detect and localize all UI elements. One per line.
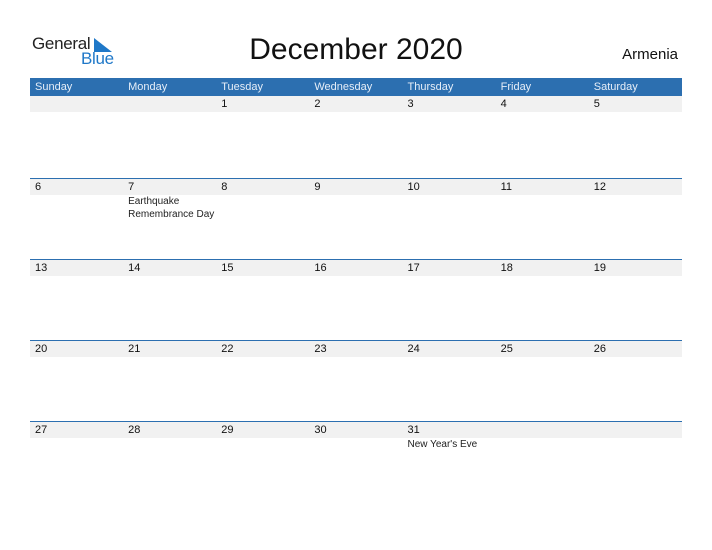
week-cells: 20 21 22 23 24 25 26 <box>30 341 682 357</box>
day-number: 16 <box>314 262 327 274</box>
country-label: Armenia <box>622 46 678 63</box>
day-number: 15 <box>221 262 234 274</box>
day-number: 19 <box>593 262 606 274</box>
day-cell: 23 <box>309 341 402 357</box>
week-cells: 27 28 29 30 31 New Year's Eve <box>30 422 682 451</box>
weekday-sunday: Sunday <box>35 81 73 93</box>
day-cell: 24 <box>403 341 496 357</box>
day-cell <box>496 422 589 451</box>
day-cell: 5 <box>589 96 682 112</box>
page-title: December 2020 <box>249 33 463 66</box>
day-cell: 27 <box>30 422 123 451</box>
day-number: 21 <box>128 343 141 355</box>
day-cell: 18 <box>496 260 589 276</box>
weekday-wednesday: Wednesday <box>314 81 373 93</box>
day-cell: 14 <box>123 260 216 276</box>
day-number: 31 <box>407 424 420 436</box>
day-cell: 13 <box>30 260 123 276</box>
week-cells: 6 7 Earthquake Remembrance Day 8 9 10 11 12 <box>30 179 682 221</box>
weekday-monday: Monday <box>128 81 168 93</box>
day-number: 8 <box>221 181 228 193</box>
day-cell: 11 <box>496 179 589 221</box>
day-cell: 26 <box>589 341 682 357</box>
day-cell: 16 <box>309 260 402 276</box>
weekday-friday: Friday <box>500 81 532 93</box>
day-number <box>35 96 123 112</box>
day-number: 23 <box>314 343 327 355</box>
day-cell: 7 Earthquake Remembrance Day <box>123 179 216 221</box>
day-number: 28 <box>128 424 141 436</box>
day-number <box>128 96 216 112</box>
week-row: 27 28 29 30 31 New Year's Eve <box>30 421 682 502</box>
day-cell: 28 <box>123 422 216 451</box>
day-number: 22 <box>221 343 234 355</box>
day-cell: 19 <box>589 260 682 276</box>
day-cell: 21 <box>123 341 216 357</box>
weekday-header: Sunday Monday Tuesday Wednesday Thursday… <box>30 78 682 96</box>
week-row: 1 2 3 4 5 <box>30 96 682 178</box>
day-cell: 10 <box>403 179 496 221</box>
day-number: 4 <box>500 98 507 110</box>
day-cell: 6 <box>30 179 123 221</box>
day-number: 2 <box>314 98 321 110</box>
day-cell: 8 <box>216 179 309 221</box>
week-row: 20 21 22 23 24 25 26 <box>30 340 682 421</box>
day-number: 12 <box>593 181 606 193</box>
day-cell: 20 <box>30 341 123 357</box>
day-number: 5 <box>593 98 600 110</box>
day-cell: 1 <box>216 96 309 112</box>
weekday-tuesday: Tuesday <box>221 81 264 93</box>
day-number: 29 <box>221 424 234 436</box>
day-number: 27 <box>35 424 48 436</box>
day-number: 17 <box>407 262 420 274</box>
holiday-label: New Year's Eve <box>407 439 478 450</box>
weekday-saturday: Saturday <box>593 81 638 93</box>
day-number: 11 <box>500 181 513 193</box>
holiday-label: Earthquake Remembrance Day <box>128 196 215 220</box>
week-row: 13 14 15 16 17 18 19 <box>30 259 682 340</box>
day-number: 18 <box>500 262 513 274</box>
day-cell <box>123 96 216 112</box>
day-number: 25 <box>500 343 513 355</box>
day-number: 24 <box>407 343 420 355</box>
day-number: 13 <box>35 262 48 274</box>
day-cell: 31 New Year's Eve <box>403 422 496 451</box>
day-cell: 17 <box>403 260 496 276</box>
day-cell: 15 <box>216 260 309 276</box>
day-cell: 4 <box>496 96 589 112</box>
day-number <box>594 422 682 438</box>
day-number: 30 <box>314 424 327 436</box>
day-cell <box>589 422 682 451</box>
calendar: Sunday Monday Tuesday Wednesday Thursday… <box>30 78 682 502</box>
day-number: 26 <box>593 343 606 355</box>
day-cell: 25 <box>496 341 589 357</box>
day-number: 7 <box>128 181 135 193</box>
day-number: 10 <box>407 181 420 193</box>
day-cell: 12 <box>589 179 682 221</box>
week-row: 6 7 Earthquake Remembrance Day 8 9 10 11 12 <box>30 178 682 259</box>
week-cells: 1 2 3 4 5 <box>30 96 682 112</box>
day-number: 1 <box>221 98 228 110</box>
day-number: 6 <box>35 181 42 193</box>
day-number <box>501 422 589 438</box>
day-number: 14 <box>128 262 141 274</box>
day-cell: 22 <box>216 341 309 357</box>
weekday-thursday: Thursday <box>407 81 454 93</box>
day-cell: 2 <box>309 96 402 112</box>
week-cells: 13 14 15 16 17 18 19 <box>30 260 682 276</box>
day-cell: 9 <box>309 179 402 221</box>
day-number: 20 <box>35 343 48 355</box>
weeks-container: 1 2 3 4 5 6 7 Earthquake Remembrance Day 8 9 10 11 1… <box>30 96 682 502</box>
day-number: 3 <box>407 98 414 110</box>
day-cell <box>30 96 123 112</box>
day-cell: 30 <box>309 422 402 451</box>
day-cell: 3 <box>403 96 496 112</box>
day-number: 9 <box>314 181 321 193</box>
day-cell: 29 <box>216 422 309 451</box>
